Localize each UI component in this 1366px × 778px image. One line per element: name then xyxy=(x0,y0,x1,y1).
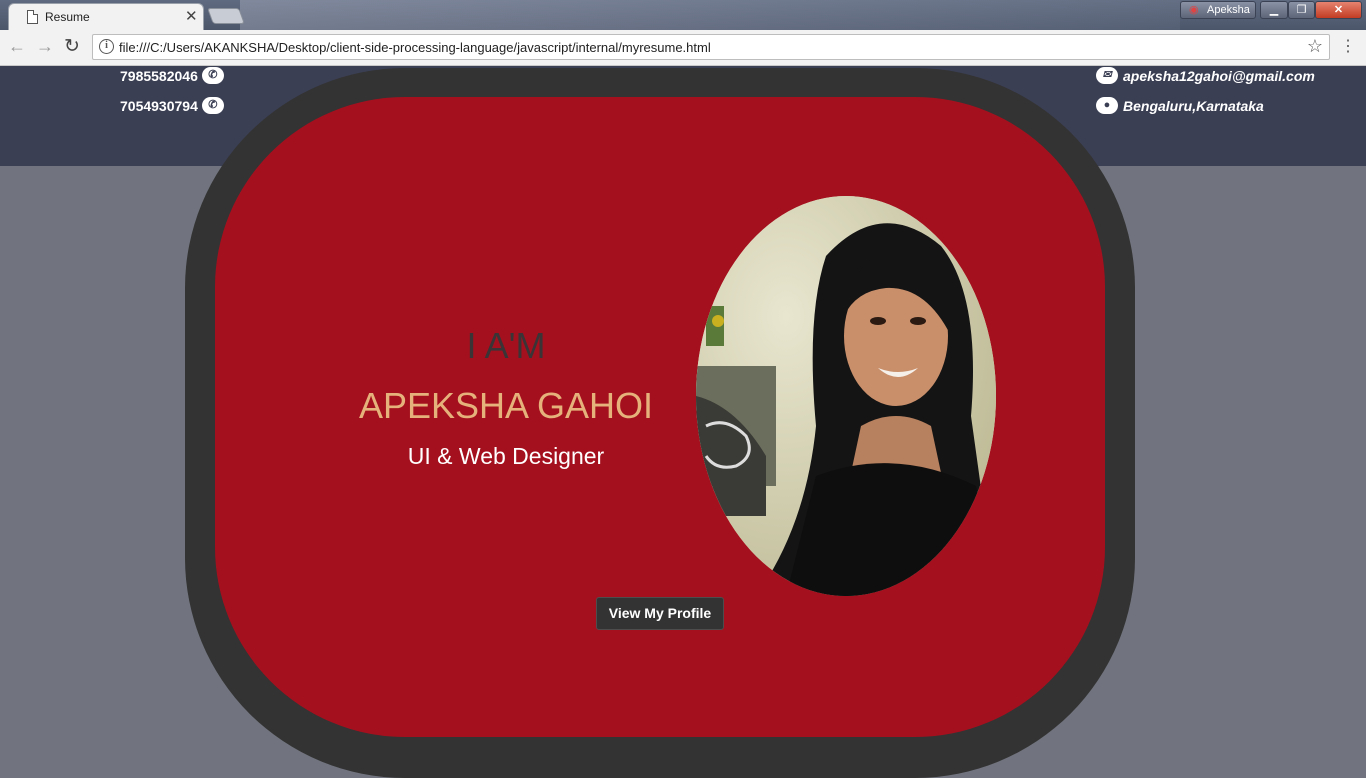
email-address[interactable]: apeksha12gahoi@gmail.com xyxy=(1123,68,1315,84)
location-text: Bengaluru,Karnataka xyxy=(1123,97,1264,114)
titlebar-background xyxy=(240,0,1180,30)
minimize-button[interactable]: ▁ xyxy=(1260,1,1288,19)
profile-name: Apeksha xyxy=(1207,4,1250,16)
maximize-button[interactable]: ❐ xyxy=(1288,1,1315,19)
forward-arrow-icon[interactable]: → xyxy=(36,36,54,57)
window-close-button[interactable]: ✕ xyxy=(1315,1,1362,19)
hero-role: UI & Web Designer xyxy=(407,443,605,469)
back-arrow-icon[interactable]: ← xyxy=(8,36,26,57)
browser-tab[interactable]: Resume ✕ xyxy=(8,3,204,30)
intro-text: I A'M xyxy=(466,325,546,366)
profile-photo-image xyxy=(696,196,996,596)
phone-number: 7985582046 xyxy=(120,67,198,84)
user-icon: ◉ xyxy=(1189,4,1199,16)
location-pin-icon: ● xyxy=(1096,97,1118,114)
whatsapp-number: 7054930794 xyxy=(120,97,198,114)
reload-icon[interactable]: ↻ xyxy=(64,35,80,58)
whatsapp-icon: ✆ xyxy=(201,97,224,114)
info-icon[interactable]: i xyxy=(99,39,114,54)
view-profile-button[interactable]: View My Profile xyxy=(596,597,724,630)
page: I A'M APEKSHA GAHOI UI & Web Designer Vi… xyxy=(0,66,1366,778)
browser-titlebar: Resume ✕ ◉ Apeksha ▁ ❐ ✕ xyxy=(0,0,1366,30)
email-contact: ✉ apeksha12gahoi@gmail.com xyxy=(1096,67,1315,84)
envelope-icon: ✉ xyxy=(1096,67,1118,84)
tab-title: Resume xyxy=(45,10,90,24)
hero-name: APEKSHA GAHOI xyxy=(358,385,654,426)
profile-button[interactable]: ◉ Apeksha xyxy=(1180,1,1256,19)
file-icon xyxy=(27,10,38,24)
whatsapp-contact: 7054930794 ✆ xyxy=(120,97,224,114)
url-text[interactable]: file:///C:/Users/AKANKSHA/Desktop/client… xyxy=(119,40,711,55)
star-icon[interactable]: ☆ xyxy=(1307,36,1323,57)
close-icon[interactable]: ✕ xyxy=(185,7,198,25)
menu-icon[interactable]: ⋮ xyxy=(1340,36,1356,56)
new-tab-button[interactable] xyxy=(207,8,245,24)
phone-contact: 7985582046 ✆ xyxy=(120,67,224,84)
profile-photo xyxy=(696,196,996,596)
address-bar[interactable]: i file:///C:/Users/AKANKSHA/Desktop/clie… xyxy=(92,34,1330,60)
browser-toolbar: ← → ↻ i file:///C:/Users/AKANKSHA/Deskto… xyxy=(0,30,1366,66)
phone-icon: ✆ xyxy=(201,67,224,84)
location-contact: ● Bengaluru,Karnataka xyxy=(1096,97,1264,114)
